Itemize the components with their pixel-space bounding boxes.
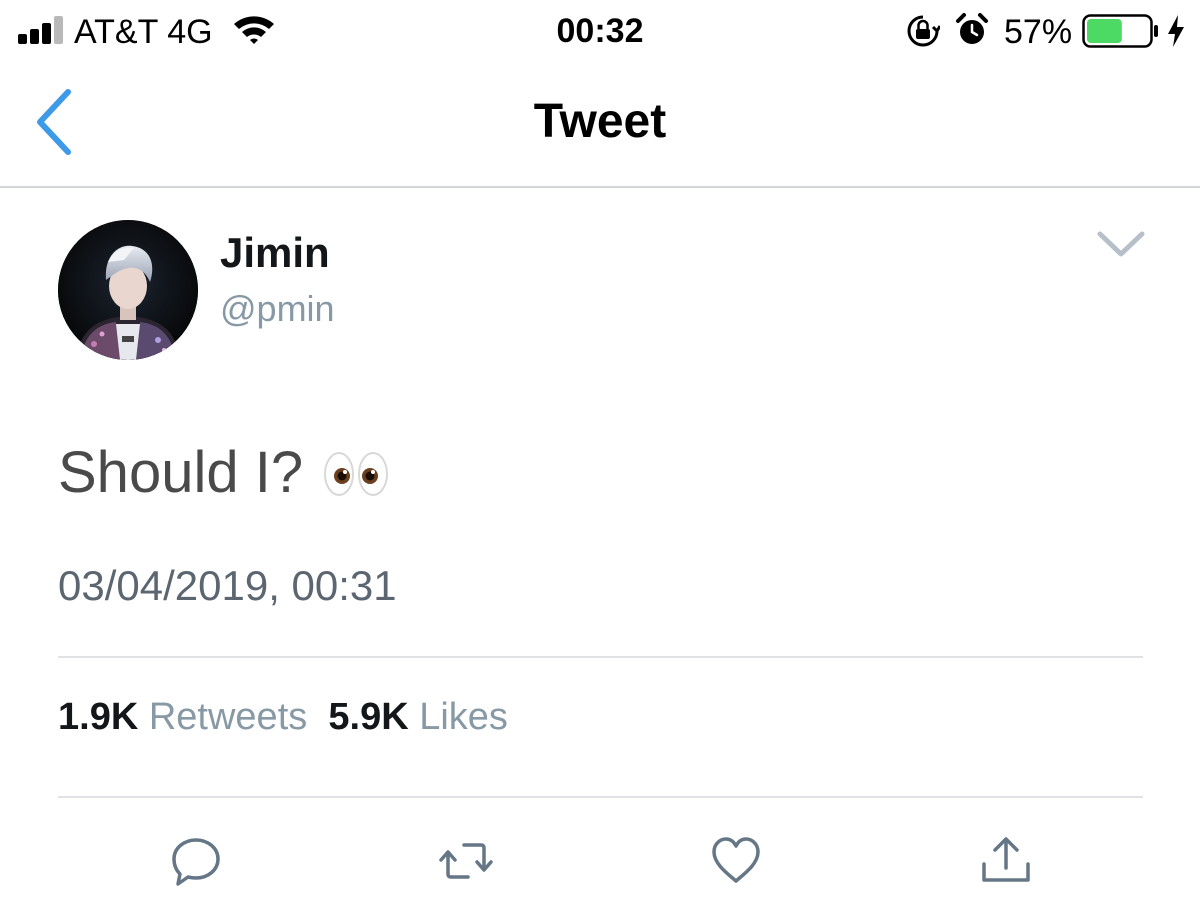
retweets-count: 1.9K	[58, 696, 139, 738]
battery-percent: 57%	[1004, 13, 1073, 51]
orientation-lock-icon	[907, 15, 940, 47]
likes-stat[interactable]: 5.9K Likes	[328, 696, 508, 738]
alarm-icon	[956, 13, 988, 44]
user-handle: @pmin	[220, 288, 335, 329]
charging-bolt-icon	[1168, 15, 1184, 47]
retweet-icon[interactable]	[438, 834, 494, 888]
like-icon[interactable]	[708, 834, 764, 888]
reply-icon[interactable]	[168, 834, 224, 888]
avatar-photo	[58, 220, 198, 360]
eyes-emoji	[324, 452, 388, 496]
tweet-text: Should I?	[58, 440, 304, 505]
tweet-timestamp: 03/04/2019, 00:31	[58, 562, 397, 609]
likes-count: 5.9K	[328, 696, 409, 738]
display-name[interactable]: Jimin	[220, 228, 330, 278]
nav-bar: Tweet	[0, 64, 1200, 188]
battery-icon	[1082, 14, 1158, 48]
avatar[interactable]	[58, 220, 198, 360]
divider	[58, 796, 1143, 798]
share-icon[interactable]	[978, 834, 1034, 888]
page-title: Tweet	[533, 95, 667, 148]
chevron-down-icon[interactable]	[1094, 226, 1148, 262]
tweet-stats: 1.9K Retweets 5.9K Likes	[58, 694, 508, 740]
retweets-label: Retweets	[148, 696, 308, 738]
retweets-stat[interactable]: 1.9K Retweets	[58, 696, 307, 738]
likes-label: Likes	[419, 696, 508, 738]
divider	[58, 656, 1143, 658]
status-bar: AT&T 4G 00:32 57%	[0, 0, 1200, 64]
